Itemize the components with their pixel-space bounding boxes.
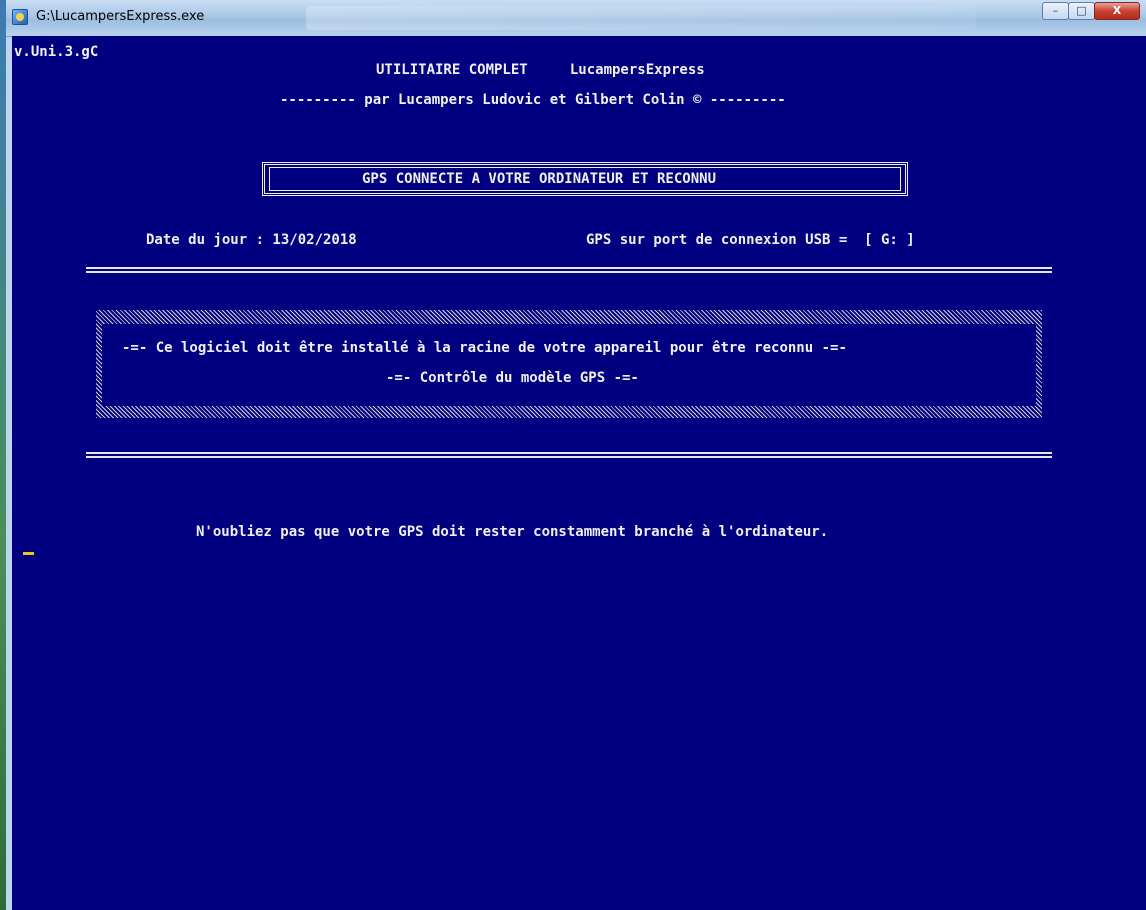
window-controls: – □ X bbox=[1042, 2, 1140, 22]
header-credits: --------- par Lucampers Ludovic et Gilbe… bbox=[280, 92, 786, 108]
notice-line-1: -=- Ce logiciel doit être installé à la … bbox=[122, 340, 847, 356]
reminder-text: N'oubliez pas que votre GPS doit rester … bbox=[196, 524, 829, 540]
divider-bottom bbox=[86, 452, 1052, 458]
gps-status-text: GPS CONNECTE A VOTRE ORDINATEUR ET RECON… bbox=[362, 171, 717, 187]
header-title: UTILITAIRE COMPLET LucampersExpress bbox=[376, 62, 705, 78]
window-title: G:\LucampersExpress.exe bbox=[36, 9, 205, 24]
date-line: Date du jour : 13/02/2018 bbox=[146, 232, 357, 248]
console-area[interactable]: v.Uni.3.gC UTILITAIRE COMPLET LucampersE… bbox=[12, 36, 1146, 910]
title-bar-glass bbox=[306, 6, 976, 30]
title-bar[interactable]: G:\LucampersExpress.exe – □ X bbox=[6, 0, 1146, 37]
port-line: GPS sur port de connexion USB = [ G: ] bbox=[586, 232, 915, 248]
app-icon[interactable] bbox=[12, 9, 28, 25]
notice-box bbox=[96, 310, 1042, 418]
maximize-button[interactable]: □ bbox=[1068, 2, 1095, 20]
close-button[interactable]: X bbox=[1094, 2, 1140, 20]
divider-top bbox=[86, 267, 1052, 273]
version-label: v.Uni.3.gC bbox=[14, 44, 99, 60]
minimize-button[interactable]: – bbox=[1042, 2, 1069, 20]
notice-line-2: -=- Contrôle du modèle GPS -=- bbox=[386, 370, 639, 386]
console-window: G:\LucampersExpress.exe – □ X v.Uni.3.gC… bbox=[6, 0, 1146, 910]
text-cursor bbox=[23, 552, 34, 555]
notice-box-inner bbox=[102, 324, 1036, 406]
